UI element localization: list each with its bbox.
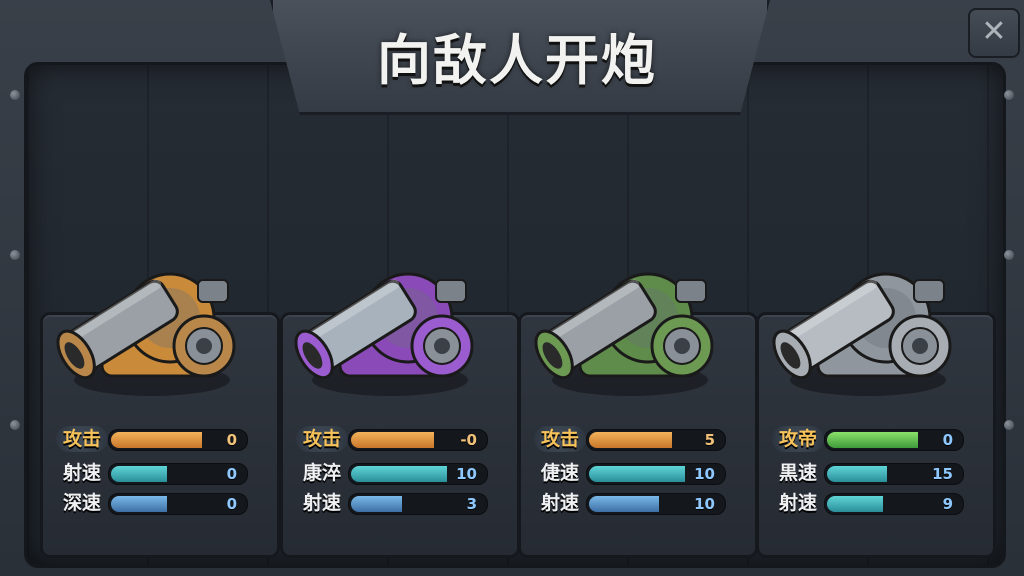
rivet (10, 420, 20, 430)
page-title: 向敌人开炮 (377, 29, 657, 92)
stat-row: 射速 9 (772, 490, 972, 516)
stat-row: 射速 10 (534, 490, 734, 516)
stat-value: 0 (942, 431, 953, 449)
stat-bar-fill (111, 466, 167, 482)
stat-row: 攻帝 0 (772, 426, 972, 452)
stat-row: 深速 0 (56, 490, 256, 516)
stat-bar-fill (827, 466, 887, 482)
steel-cannon-icon (772, 272, 952, 396)
stat-row: 射速 3 (296, 490, 496, 516)
stat-value: 10 (694, 495, 715, 513)
stat-label: 康淬 (302, 462, 341, 484)
stat-label: 攻击 (534, 426, 586, 452)
purple-cannon-icon (294, 272, 474, 396)
stat-label: 射速 (302, 492, 341, 514)
stat-label: 射速 (778, 492, 817, 514)
stat-bar: 0 (108, 493, 248, 515)
stat-value: 5 (704, 431, 715, 449)
stat-bar-fill (111, 496, 167, 512)
stat-bar-fill (351, 466, 447, 482)
stat-label: 黒速 (778, 462, 817, 484)
bronze-cannon-image[interactable] (34, 222, 244, 402)
stat-row: 黒速 15 (772, 460, 972, 486)
stat-bar: 0 (824, 429, 964, 451)
rivet (1004, 420, 1014, 430)
stat-bar: 9 (824, 493, 964, 515)
stat-bar: 10 (586, 493, 726, 515)
stat-row: 攻击 5 (534, 426, 734, 452)
rivet (1004, 90, 1014, 100)
stat-label: 攻击 (296, 426, 348, 452)
stat-value: 9 (942, 495, 953, 513)
stat-bar: 5 (586, 429, 726, 451)
stat-row: 射速 0 (56, 460, 256, 486)
stat-bar-fill (589, 496, 659, 512)
stat-value: -0 (460, 431, 477, 449)
stat-label: 射速 (540, 492, 579, 514)
stat-bar: 10 (348, 463, 488, 485)
bronze-cannon-icon (56, 272, 236, 396)
stat-row: 康淬 10 (296, 460, 496, 486)
stat-bar-fill (589, 466, 685, 482)
stat-label: 攻帝 (772, 426, 824, 452)
stat-value: 10 (694, 465, 715, 483)
stat-bar-fill (111, 432, 202, 448)
stat-bar: 0 (108, 429, 248, 451)
stat-value: 15 (932, 465, 953, 483)
rivet (1004, 250, 1014, 260)
stat-bar-fill (827, 432, 918, 448)
stat-value: 3 (466, 495, 477, 513)
stat-bar: 10 (586, 463, 726, 485)
stat-label: 倢速 (540, 462, 579, 484)
stat-bar: 3 (348, 493, 488, 515)
stat-value: 10 (456, 465, 477, 483)
stat-bar: 15 (824, 463, 964, 485)
stat-label: 射速 (62, 462, 101, 484)
stat-bar: 0 (108, 463, 248, 485)
stat-label: 攻击 (56, 426, 108, 452)
stat-row: 攻击 -0 (296, 426, 496, 452)
green-cannon-image[interactable] (512, 222, 722, 402)
stat-bar-fill (827, 496, 883, 512)
stat-value: 0 (226, 465, 237, 483)
stat-value: 0 (226, 495, 237, 513)
green-cannon-icon (534, 272, 714, 396)
purple-cannon-image[interactable] (272, 222, 482, 402)
stat-label: 深速 (62, 492, 101, 514)
stat-value: 0 (226, 431, 237, 449)
stat-row: 攻击 0 (56, 426, 256, 452)
steel-cannon-image[interactable] (750, 222, 960, 402)
stat-bar-fill (351, 496, 402, 512)
rivet (10, 90, 20, 100)
rivet (10, 250, 20, 260)
close-icon[interactable]: ✕ (968, 8, 1020, 58)
stat-bar: -0 (348, 429, 488, 451)
stat-bar-fill (589, 432, 672, 448)
stat-bar-fill (351, 432, 434, 448)
stat-row: 倢速 10 (534, 460, 734, 486)
